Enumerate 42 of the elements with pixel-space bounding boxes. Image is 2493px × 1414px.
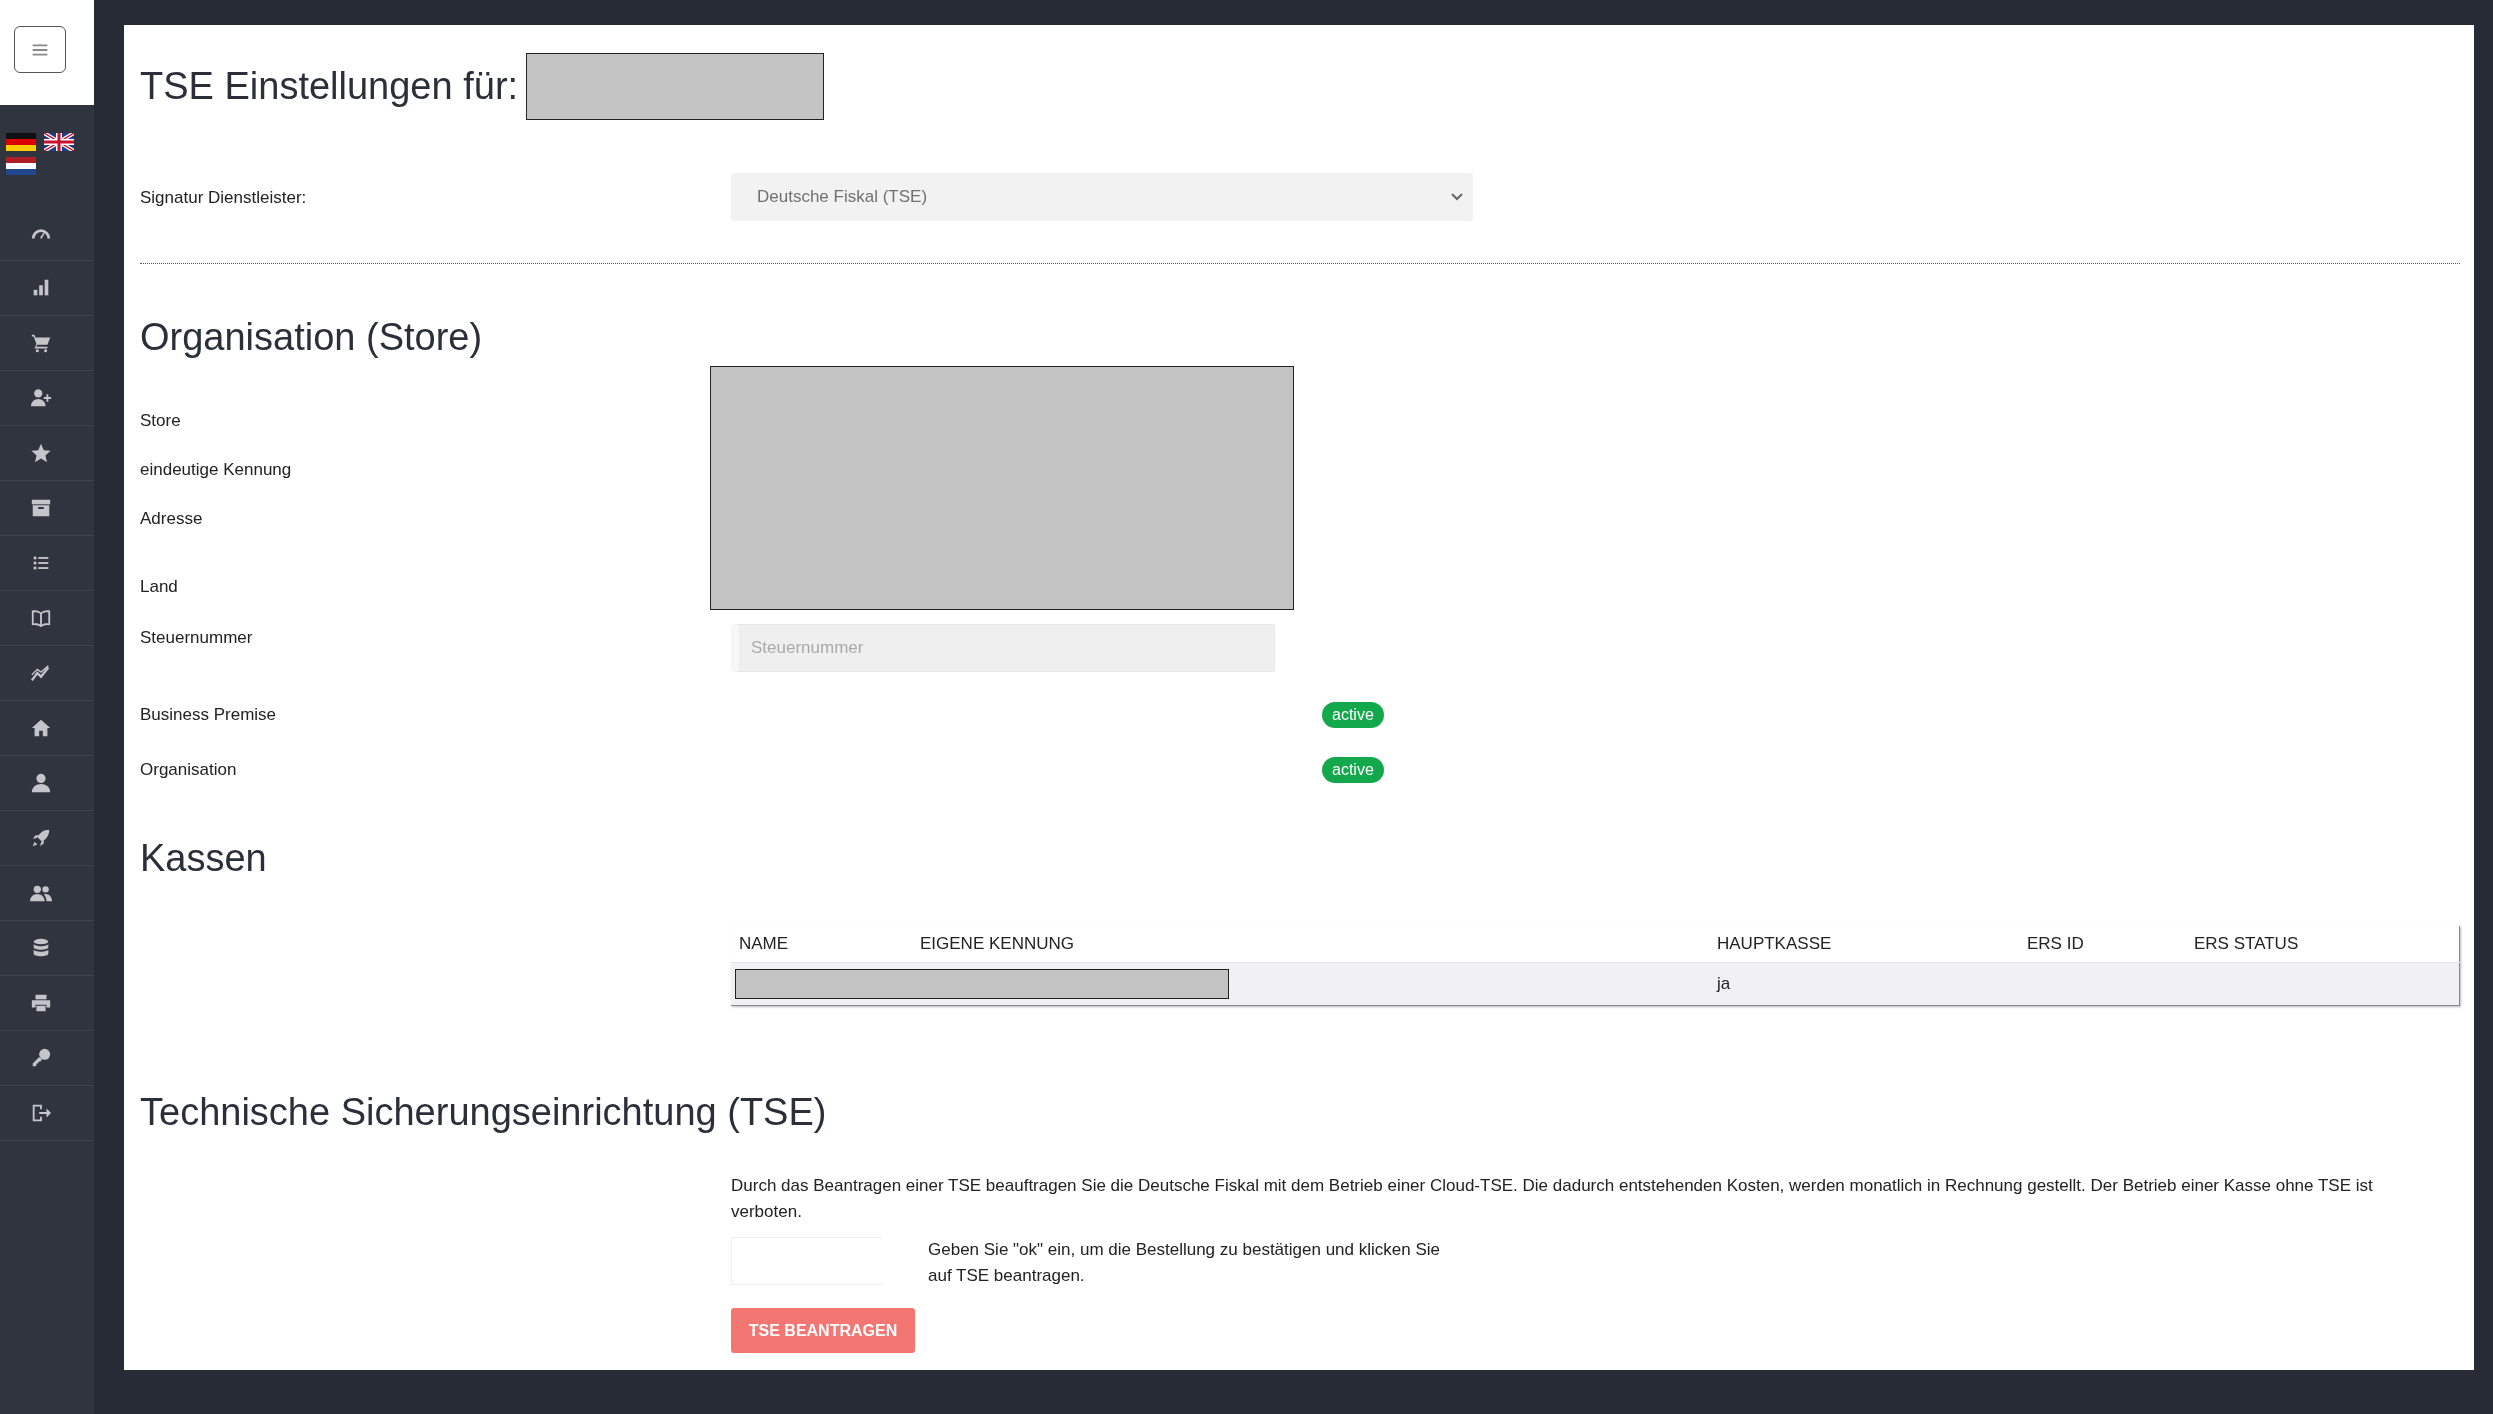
dutch-flag-icon[interactable] (6, 157, 36, 175)
field-label: eindeutige Kennung (140, 459, 293, 481)
column-header: EIGENE KENNUNG (912, 926, 1709, 963)
column-header: HAUPTKASSE (1709, 926, 2019, 963)
tax-number-field[interactable]: Steuernummer (731, 624, 1275, 672)
instruction-text: Geben Sie "ok" ein, um die Bestellung zu bestätigen und klicken Sie auf TSE beantragen. (928, 1239, 1441, 1287)
table-cell: ja (1709, 962, 2019, 1006)
section-heading: Kassen (140, 836, 268, 881)
column-header: ERS ID (2019, 926, 2186, 963)
uk-flag-icon[interactable] (44, 133, 74, 151)
notice-text: Durch das Beantragen einer TSE beauftragen Sie die Deutsche Fiskal mit dem Betrieb einer Cloud-TSE. Die dadurch entstehenden Kosten, werden monatlich in Rechnung gestellt. Der Betrieb einer Kasse ohne TSE ist verboten. (731, 1175, 2374, 1223)
home-icon[interactable] (30, 717, 52, 739)
section-heading: Organisation (Store) (140, 315, 484, 360)
archive-icon[interactable] (30, 497, 52, 519)
user-plus-icon[interactable] (30, 387, 52, 409)
column-header: ERS STATUS (2186, 926, 2460, 963)
star-icon[interactable] (30, 442, 52, 464)
section-heading: Technische Sicherungseinrichtung (TSE) (140, 1090, 828, 1135)
field-label: Business Premise (140, 703, 278, 726)
field-label: Land (140, 576, 179, 598)
field-label: Organisation (140, 758, 238, 781)
sign-out-icon[interactable] (30, 1102, 52, 1124)
user-icon[interactable] (30, 772, 52, 794)
chevron-down-icon (1451, 193, 1463, 201)
line-chart-icon[interactable] (30, 662, 52, 684)
book-icon[interactable] (30, 607, 52, 629)
field-label: Steuernummer (140, 627, 254, 649)
column-header: NAME (731, 926, 912, 963)
page-title: TSE Einstellungen für: (140, 65, 519, 108)
field-label: Adresse (140, 508, 204, 530)
status-badge: active (1322, 701, 1384, 728)
key-icon[interactable] (30, 1047, 52, 1069)
provider-select[interactable]: Deutsche Fiskal (TSE) (731, 173, 1473, 221)
rocket-icon[interactable] (30, 827, 52, 849)
request-tse-button[interactable]: TSE BEANTRAGEN (731, 1308, 915, 1353)
printer-icon[interactable] (30, 992, 52, 1014)
german-flag-icon[interactable] (6, 133, 36, 151)
status-badge: active (1322, 756, 1384, 783)
field-label: Store (140, 410, 182, 432)
field-label: Signatur Dienstleister: (140, 187, 308, 209)
cart-icon[interactable] (30, 332, 52, 354)
menu-button[interactable] (14, 26, 66, 73)
